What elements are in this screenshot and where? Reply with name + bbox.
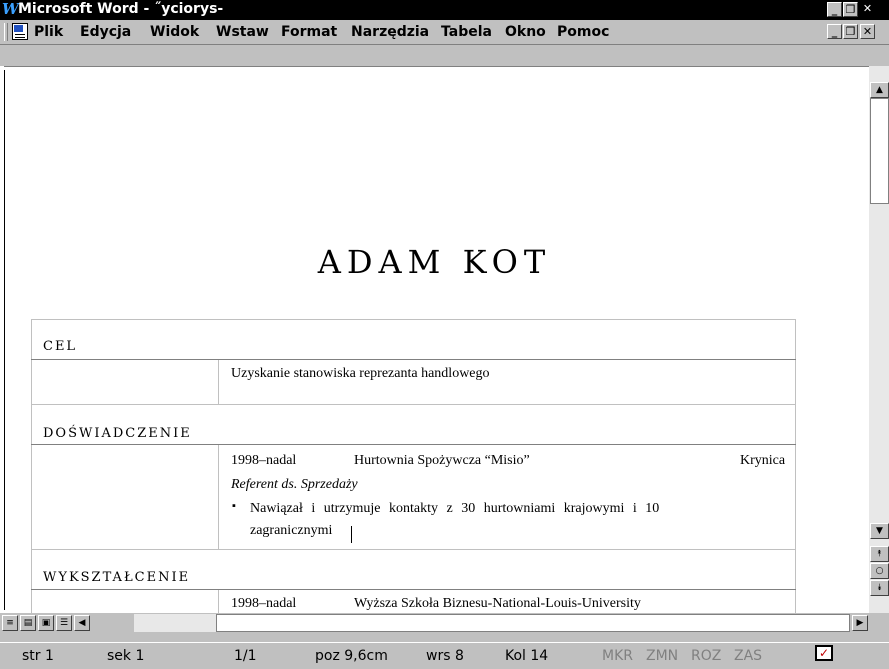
- experience-employer: Hurtownia Spożywcza “Misio”: [354, 453, 530, 468]
- row-border: [31, 404, 796, 405]
- menu-grip: [4, 23, 8, 41]
- window-title: Microsoft Word - ˝yciorys-: [18, 1, 224, 17]
- menu-okno[interactable]: Okno: [505, 24, 546, 40]
- experience-date: 1998–nadal: [231, 453, 297, 468]
- education-school: Wyższa Szkoła Biznesu-National-Louis-Uni…: [354, 596, 641, 611]
- doc-close-button[interactable]: ✕: [860, 24, 875, 39]
- restore-button[interactable]: ❐: [843, 2, 858, 17]
- word-w-icon[interactable]: W: [2, 1, 19, 17]
- text-cursor: [351, 526, 352, 543]
- status-pages: 1/1: [234, 648, 257, 664]
- status-roz[interactable]: ROZ: [691, 648, 721, 664]
- experience-city: Krynica: [740, 453, 786, 468]
- section-heading-cel: CEL: [43, 339, 78, 354]
- scroll-left-button[interactable]: ◀: [74, 615, 90, 631]
- status-section: sek 1: [107, 648, 145, 664]
- normal-view-icon[interactable]: ≡: [2, 615, 18, 631]
- title-bar: W Microsoft Word - ˝yciorys- _ ❐ ✕: [0, 0, 889, 20]
- table-border: [795, 319, 796, 614]
- scroll-down-button[interactable]: ▼: [870, 523, 889, 539]
- doc-minimize-button[interactable]: _: [827, 24, 842, 39]
- education-date: 1998–nadal: [231, 596, 297, 611]
- table-border: [31, 319, 796, 320]
- status-zas[interactable]: ZAS: [734, 648, 762, 664]
- menu-tabela[interactable]: Tabela: [441, 24, 492, 40]
- status-line: wrs 8: [426, 648, 464, 664]
- next-page-button[interactable]: ⯯: [870, 580, 889, 596]
- menu-widok[interactable]: Widok: [150, 24, 199, 40]
- resume-name: ADAM KOT: [317, 243, 552, 281]
- menu-bar: Plik Edycja Widok Wstaw Format Narzędzia…: [0, 20, 889, 45]
- close-button[interactable]: ✕: [860, 2, 875, 17]
- status-column: Kol 14: [505, 648, 549, 664]
- status-mkr[interactable]: MKR: [602, 648, 633, 664]
- experience-bullet-line1: Nawiązał i utrzymuje kontakty z 30 hurto…: [250, 501, 660, 516]
- table-border: [31, 319, 32, 614]
- section-heading-education: WYKSZTAŁCENIE: [43, 570, 191, 585]
- menu-pomoc[interactable]: Pomoc: [557, 24, 609, 40]
- spelling-check-icon[interactable]: ✓: [815, 645, 833, 661]
- menu-format[interactable]: Format: [281, 24, 337, 40]
- heading-rule: [31, 444, 796, 445]
- column-divider: [218, 445, 219, 549]
- browse-object-button[interactable]: ○: [870, 563, 889, 579]
- row-border: [31, 549, 796, 550]
- scroll-right-button[interactable]: ▶: [852, 615, 868, 631]
- menu-plik[interactable]: Plik: [34, 24, 63, 40]
- status-page: str 1: [22, 648, 54, 664]
- menu-narzedzia[interactable]: Narzędzia: [351, 24, 429, 40]
- scroll-up-button[interactable]: ▲: [870, 82, 889, 98]
- doc-restore-button[interactable]: ❐: [843, 24, 858, 39]
- experience-role: Referent ds. Sprzedaży: [231, 477, 358, 492]
- bullet-icon: ▪: [232, 500, 236, 512]
- horizontal-scroll-thumb[interactable]: [216, 614, 850, 632]
- document-area[interactable]: ADAM KOT CEL Uzyskanie stanowiska reprez…: [0, 66, 869, 614]
- column-divider: [218, 360, 219, 404]
- section-heading-experience: DOŚWIADCZENIE: [43, 426, 192, 441]
- document-icon[interactable]: [12, 23, 28, 40]
- web-layout-view-icon[interactable]: ▤: [20, 615, 36, 631]
- menu-edycja[interactable]: Edycja: [80, 24, 131, 40]
- outline-view-icon[interactable]: ☰: [56, 615, 72, 631]
- minimize-button[interactable]: _: [827, 2, 842, 17]
- heading-rule: [31, 589, 796, 590]
- objective-text: Uzyskanie stanowiska reprezanta handlowe…: [231, 366, 490, 381]
- previous-page-button[interactable]: ⯭: [870, 546, 889, 562]
- left-ruler-line: [4, 70, 5, 610]
- heading-rule: [31, 359, 796, 360]
- column-divider: [218, 590, 219, 614]
- vertical-scroll-thumb[interactable]: [870, 98, 889, 204]
- experience-bullet-line2: zagranicznymi: [250, 523, 333, 538]
- status-zmn[interactable]: ZMN: [646, 648, 678, 664]
- page-layout-view-icon[interactable]: ▣: [38, 615, 54, 631]
- menu-wstaw[interactable]: Wstaw: [216, 24, 269, 40]
- status-position: poz 9,6cm: [315, 648, 388, 664]
